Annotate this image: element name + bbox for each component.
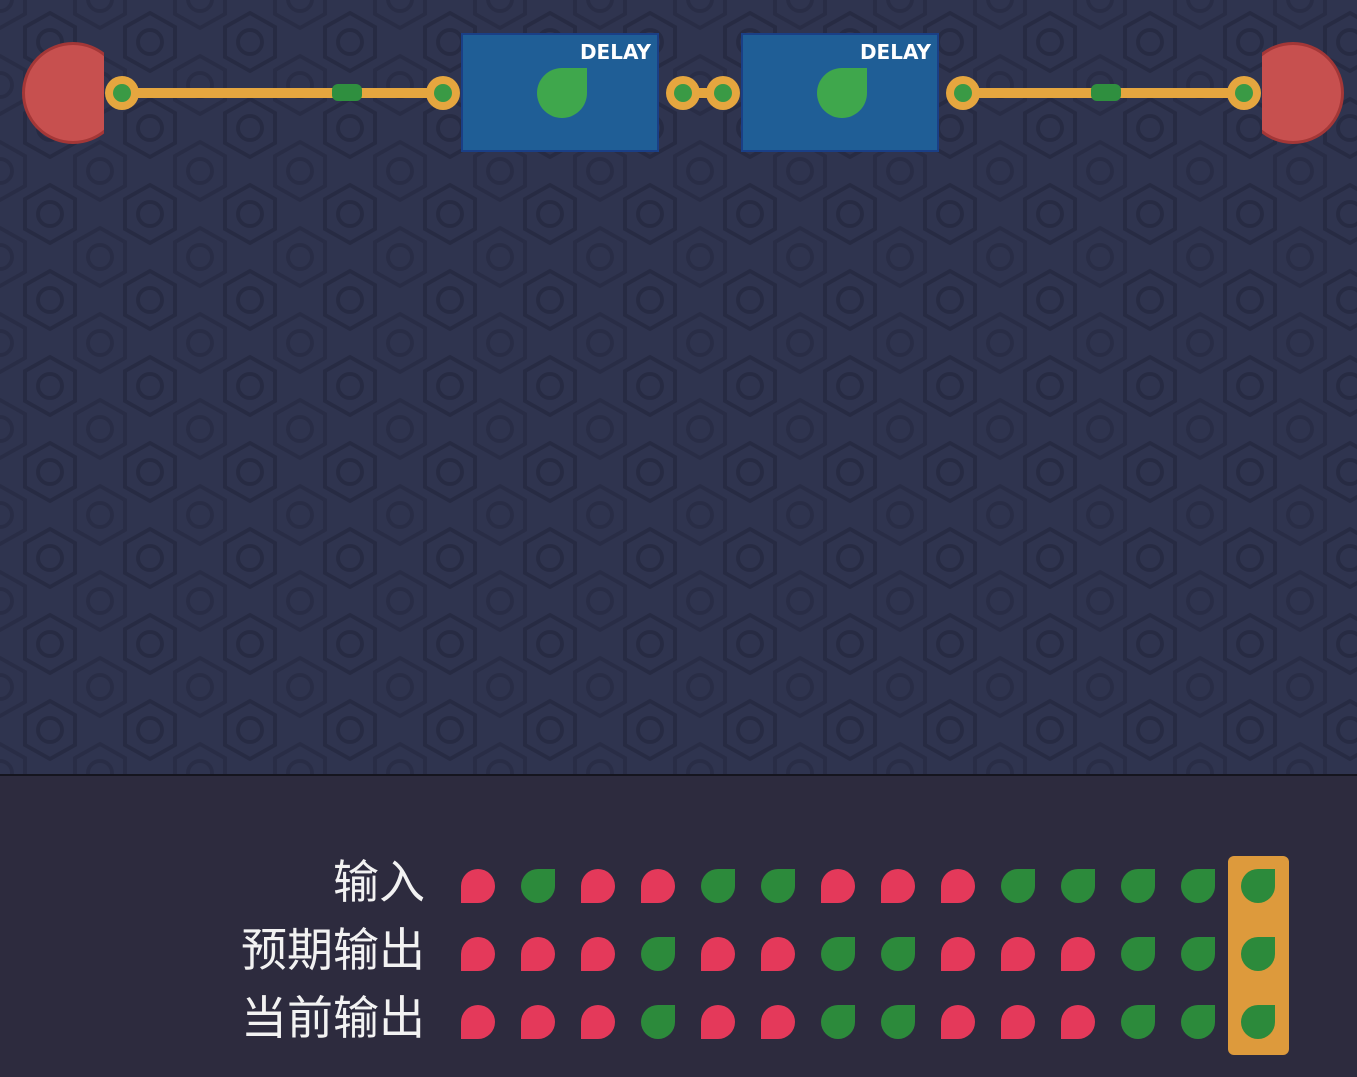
expected-output-signal-step-10-off: [1001, 937, 1035, 971]
expected-output-signal-step-12-on: [1121, 937, 1155, 971]
expected-output-signal-step-6-off: [761, 937, 795, 971]
truth-table-panel: [0, 776, 1357, 1077]
current-output-signal-step-3-off: [581, 1005, 615, 1039]
output-endpoint-pin[interactable]: [1227, 76, 1261, 110]
expected-output-signal-step-2-off: [521, 937, 555, 971]
delay2-output-pin[interactable]: [946, 76, 980, 110]
gate-state-led: [817, 68, 867, 118]
expected-output-signal-step-11-off: [1061, 937, 1095, 971]
expected-output-signal-step-9-off: [941, 937, 975, 971]
input-signal-step-10-on: [1001, 869, 1035, 903]
expected-output-signal-step-5-off: [701, 937, 735, 971]
delay-gate-2[interactable]: DELAY: [741, 33, 939, 152]
circuit-board[interactable]: DELAY DELAY: [0, 0, 1357, 775]
current-output-signal-step-11-off: [1061, 1005, 1095, 1039]
hex-background-pattern: [0, 0, 1357, 775]
expected-output-signal-step-14-on: [1241, 937, 1275, 971]
wire-signal-indicator: [1091, 84, 1121, 101]
input-signal-step-1-off: [461, 869, 495, 903]
input-signal-step-2-on: [521, 869, 555, 903]
input-signal-step-4-off: [641, 869, 675, 903]
current-output-signal-step-7-on: [821, 1005, 855, 1039]
current-output-signal-step-2-off: [521, 1005, 555, 1039]
output-endpoint[interactable]: [1262, 42, 1344, 144]
input-signal-step-14-on: [1241, 869, 1275, 903]
input-signal-step-6-on: [761, 869, 795, 903]
input-signal-step-9-off: [941, 869, 975, 903]
expected-output-signal-step-3-off: [581, 937, 615, 971]
row-label-input: 输入: [333, 855, 425, 909]
current-output-signal-step-14-on: [1241, 1005, 1275, 1039]
expected-output-signal-step-1-off: [461, 937, 495, 971]
input-endpoint[interactable]: [22, 42, 104, 144]
delay1-output-pin[interactable]: [666, 76, 700, 110]
row-label-current-output: 当前输出: [241, 991, 425, 1045]
delay-gate-1[interactable]: DELAY: [461, 33, 659, 152]
expected-output-signal-step-7-on: [821, 937, 855, 971]
delay2-input-pin[interactable]: [706, 76, 740, 110]
current-output-signal-step-6-off: [761, 1005, 795, 1039]
input-signal-step-3-off: [581, 869, 615, 903]
input-signal-step-7-off: [821, 869, 855, 903]
current-output-signal-step-8-on: [881, 1005, 915, 1039]
input-signal-step-8-off: [881, 869, 915, 903]
input-endpoint-pin[interactable]: [105, 76, 139, 110]
current-output-signal-step-4-on: [641, 1005, 675, 1039]
wire-input-to-delay1[interactable]: [122, 88, 444, 98]
current-output-signal-step-13-on: [1181, 1005, 1215, 1039]
current-output-signal-step-5-off: [701, 1005, 735, 1039]
input-signal-step-11-on: [1061, 869, 1095, 903]
expected-output-signal-step-8-on: [881, 937, 915, 971]
current-output-signal-step-9-off: [941, 1005, 975, 1039]
current-output-signal-step-12-on: [1121, 1005, 1155, 1039]
current-output-signal-step-10-off: [1001, 1005, 1035, 1039]
gate-state-led: [537, 68, 587, 118]
delay-gate-label: DELAY: [859, 40, 931, 64]
row-label-expected-output: 预期输出: [241, 923, 425, 977]
delay-gate-label: DELAY: [579, 40, 651, 64]
input-signal-step-5-on: [701, 869, 735, 903]
current-output-signal-step-1-off: [461, 1005, 495, 1039]
input-signal-step-12-on: [1121, 869, 1155, 903]
expected-output-signal-step-4-on: [641, 937, 675, 971]
input-signal-step-13-on: [1181, 869, 1215, 903]
expected-output-signal-step-13-on: [1181, 937, 1215, 971]
delay1-input-pin[interactable]: [426, 76, 460, 110]
wire-signal-indicator: [332, 84, 362, 101]
